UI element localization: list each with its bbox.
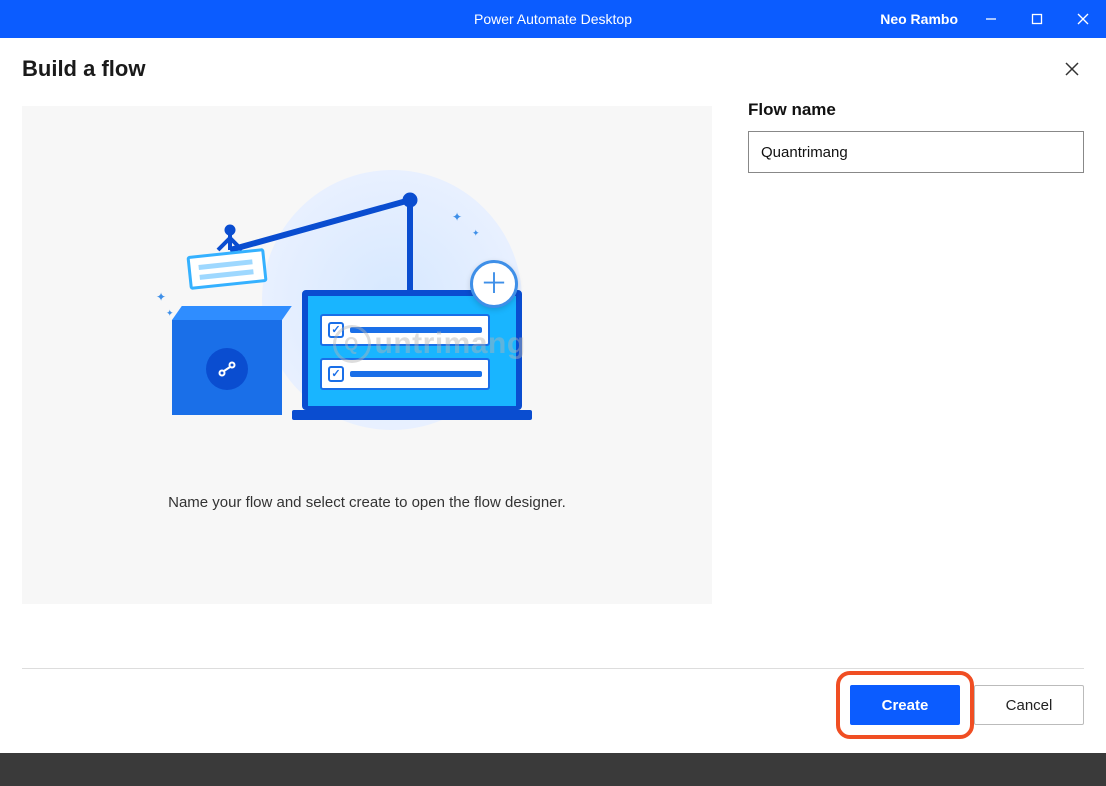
flow-icon: [206, 348, 248, 390]
minimize-button[interactable]: [968, 0, 1014, 38]
flow-name-label: Flow name: [748, 100, 1084, 120]
create-button[interactable]: Create: [850, 685, 960, 725]
bottom-strip: [0, 753, 1106, 786]
close-window-button[interactable]: [1060, 0, 1106, 38]
maximize-button[interactable]: [1014, 0, 1060, 38]
close-icon: [1065, 62, 1079, 76]
instruction-text: Name your flow and select create to open…: [168, 494, 566, 511]
dialog-footer: Create Cancel: [22, 668, 1084, 725]
dialog-close-button[interactable]: [1060, 57, 1084, 81]
laptop-icon: ✓ ✓: [302, 290, 522, 420]
close-icon: [1077, 13, 1089, 25]
flow-illustration: ✓ ✓ ＋ ✦ ✦ ✦ ✦: [152, 170, 582, 450]
dialog-title: Build a flow: [22, 56, 145, 82]
app-title: Power Automate Desktop: [474, 11, 632, 27]
cancel-button[interactable]: Cancel: [974, 685, 1084, 725]
dialog-header: Build a flow: [0, 38, 1106, 88]
plus-icon: ＋: [470, 260, 518, 308]
illustration-panel: ✓ ✓ ＋ ✦ ✦ ✦ ✦ Quntrimang Name your flow …: [22, 106, 712, 604]
box-icon: [172, 320, 282, 415]
build-flow-dialog: Build a flow: [0, 38, 1106, 753]
minimize-icon: [985, 13, 997, 25]
maximize-icon: [1031, 13, 1043, 25]
flow-name-input[interactable]: [748, 131, 1084, 173]
dialog-body: ✓ ✓ ＋ ✦ ✦ ✦ ✦ Quntrimang Name your flow …: [0, 88, 1106, 604]
titlebar: Power Automate Desktop Neo Rambo: [0, 0, 1106, 38]
form-panel: Flow name: [748, 106, 1084, 604]
user-name[interactable]: Neo Rambo: [880, 11, 958, 27]
